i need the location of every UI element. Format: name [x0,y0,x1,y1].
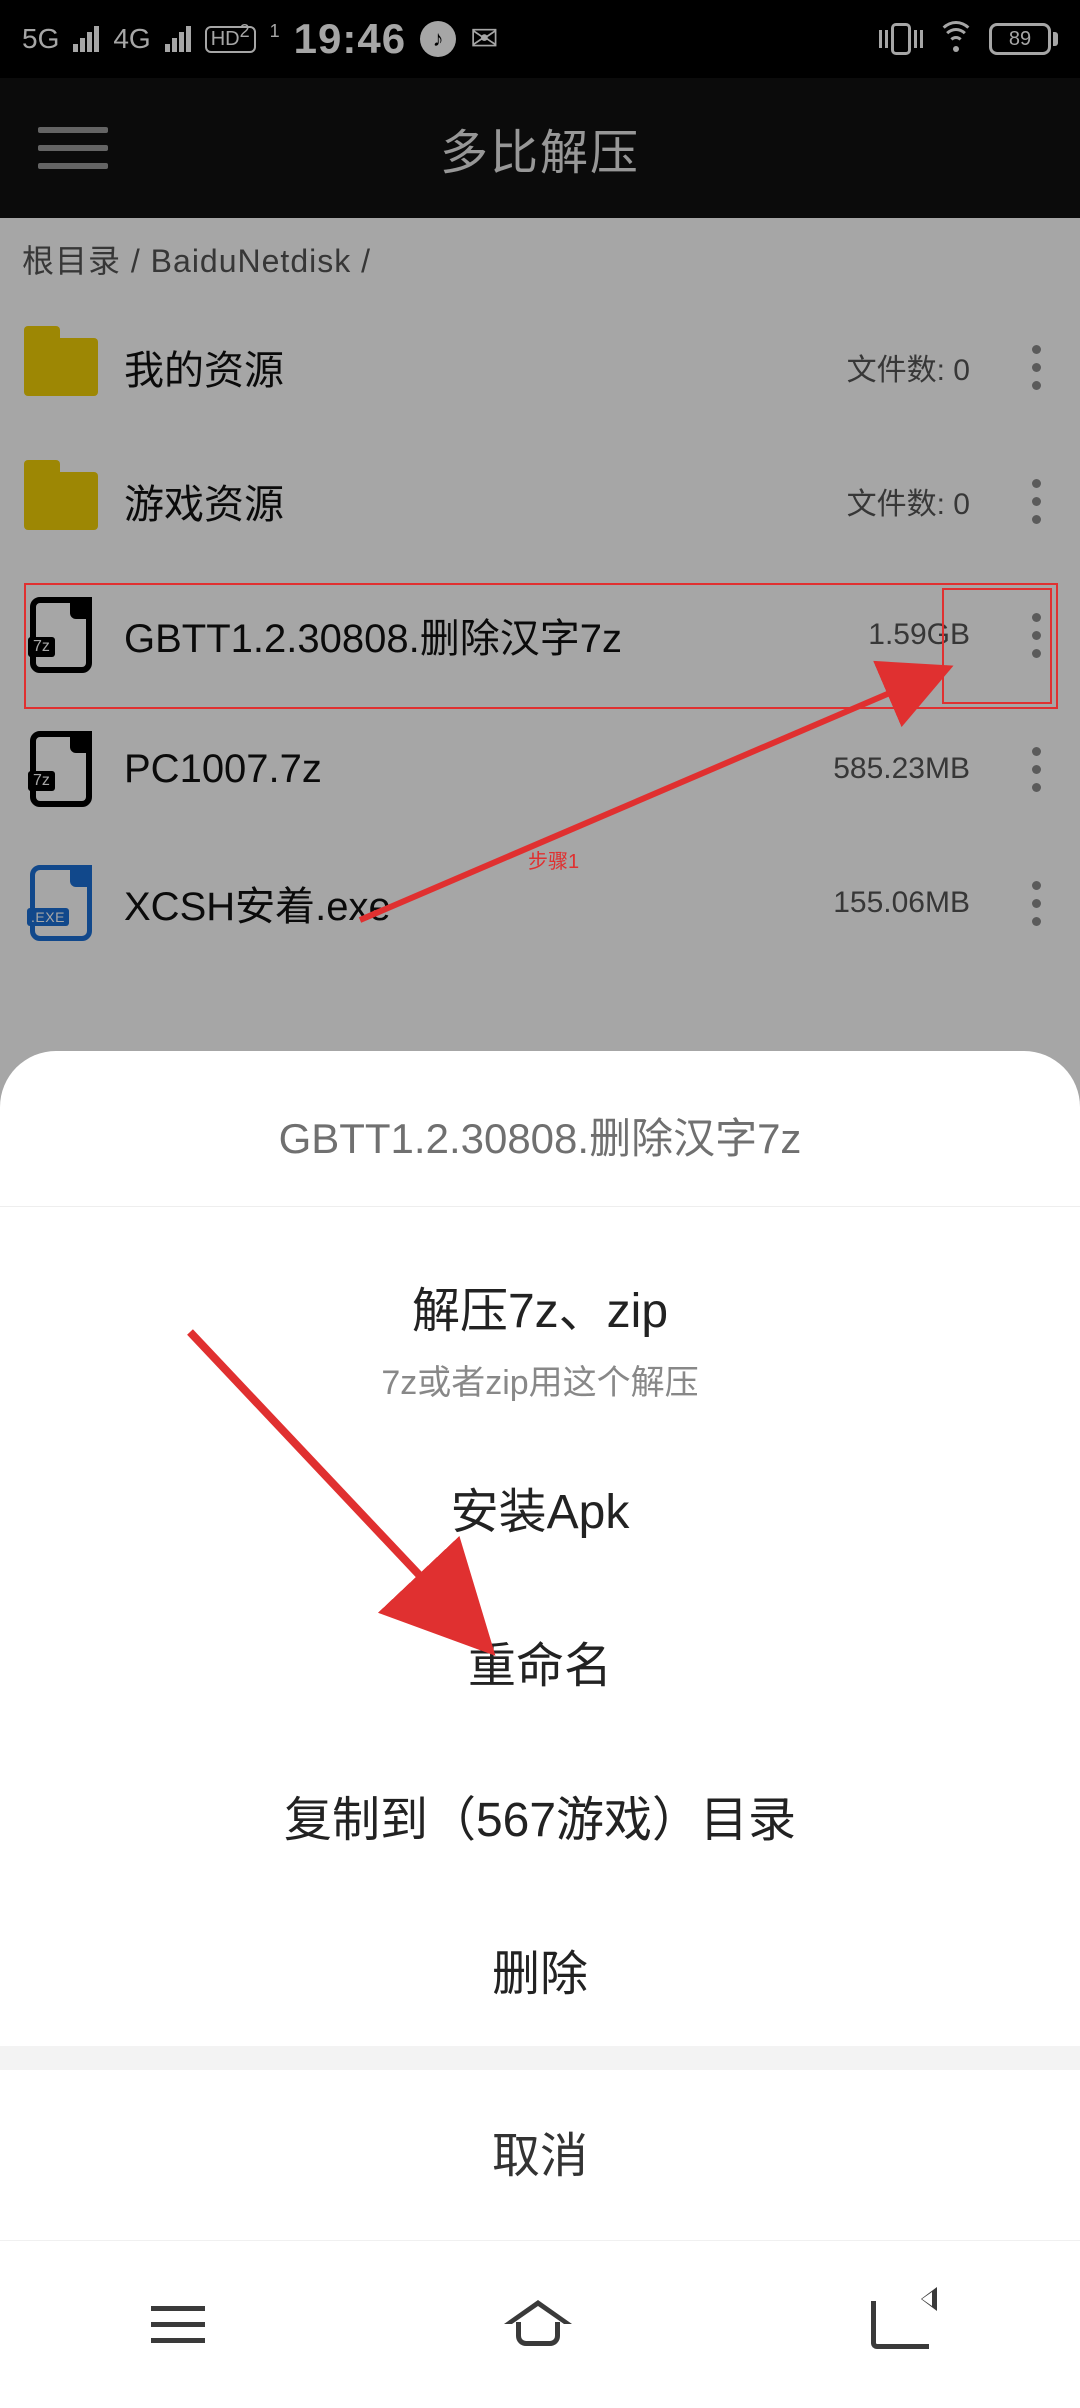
battery-icon: 89 [989,23,1058,55]
sim-indicator: 1 [270,21,280,42]
exe-icon: .EXE [30,865,92,941]
archive-icon: 7z [30,731,92,807]
file-meta: 文件数: 0 [847,345,970,389]
file-name: 我的资源 [124,338,823,396]
more-button[interactable] [1014,605,1058,666]
hd-badge: HD2 [205,26,256,53]
nav-back-button[interactable] [811,2281,989,2369]
signal-2-icon [165,26,191,52]
folder-icon [24,338,98,396]
file-name: XCSH安着.exe [124,874,809,932]
sheet-item-copy-to[interactable]: 复制到（567游戏）目录 [0,1738,1080,1892]
recents-icon [151,2306,205,2343]
signal-1-icon [73,26,99,52]
divider [0,2046,1080,2070]
more-button[interactable] [1014,873,1058,934]
network-4g-label: 4G [113,23,150,55]
file-meta: 1.59GB [868,618,970,652]
action-sheet: GBTT1.2.30808.删除汉字7z 解压7z、zip 7z或者zip用这个… [0,1051,1080,2240]
app-title: 多比解压 [0,113,1080,183]
divider [0,1206,1080,1207]
breadcrumb[interactable]: 根目录 / BaiduNetdisk / [0,218,1080,300]
more-button[interactable] [1014,337,1058,398]
file-name: GBTT1.2.30808.删除汉字7z [124,606,844,664]
archive-icon: 7z [30,597,92,673]
vibrate-icon [879,23,923,55]
list-item[interactable]: 7z PC1007.7z 585.23MB [0,702,1080,836]
list-item[interactable]: 7z GBTT1.2.30808.删除汉字7z 1.59GB [0,568,1080,702]
nav-home-button[interactable] [448,2284,628,2366]
file-name: PC1007.7z [124,747,809,792]
sheet-item-label: 删除 [492,1948,588,2001]
music-app-icon: ♪ [420,21,456,57]
network-5g-label: 5G [22,23,59,55]
list-item[interactable]: 游戏资源 文件数: 0 [0,434,1080,568]
sheet-cancel-button[interactable]: 取消 [0,2070,1080,2240]
file-meta: 文件数: 0 [847,479,970,523]
wechat-icon: ✉ [470,19,499,59]
sheet-item-label: 解压7z、zip [0,1271,1080,1341]
file-meta: 585.23MB [833,752,970,786]
folder-icon [24,472,98,530]
list-item[interactable]: .EXE XCSH安着.exe 155.06MB [0,836,1080,970]
menu-button[interactable] [28,117,118,179]
more-button[interactable] [1014,739,1058,800]
sheet-item-rename[interactable]: 重命名 [0,1584,1080,1738]
file-meta: 155.06MB [833,886,970,920]
wifi-icon [939,26,973,52]
sheet-item-subtitle: 7z或者zip用这个解压 [0,1355,1080,1404]
sheet-title: GBTT1.2.30808.删除汉字7z [0,1095,1080,1206]
system-nav-bar [0,2240,1080,2408]
list-item[interactable]: 我的资源 文件数: 0 [0,300,1080,434]
sheet-item-label: 重命名 [468,1640,612,1693]
file-name: 游戏资源 [124,472,823,530]
sheet-item-install-apk[interactable]: 安装Apk [0,1430,1080,1584]
back-icon [871,2301,929,2349]
clock: 19:46 [294,15,406,63]
status-bar: 5G 4G HD2 1 19:46 ♪ ✉ 89 [0,0,1080,78]
sheet-item-extract[interactable]: 解压7z、zip 7z或者zip用这个解压 [0,1241,1080,1430]
home-icon [508,2304,568,2346]
sheet-item-delete[interactable]: 删除 [0,1892,1080,2046]
file-list: 我的资源 文件数: 0 游戏资源 文件数: 0 7z GBTT1.2.30808… [0,300,1080,970]
sheet-item-label: 安装Apk [451,1486,630,1539]
app-header: 多比解压 [0,78,1080,218]
nav-recents-button[interactable] [91,2286,265,2363]
more-button[interactable] [1014,471,1058,532]
sheet-item-label: 复制到（567游戏）目录 [284,1794,796,1847]
